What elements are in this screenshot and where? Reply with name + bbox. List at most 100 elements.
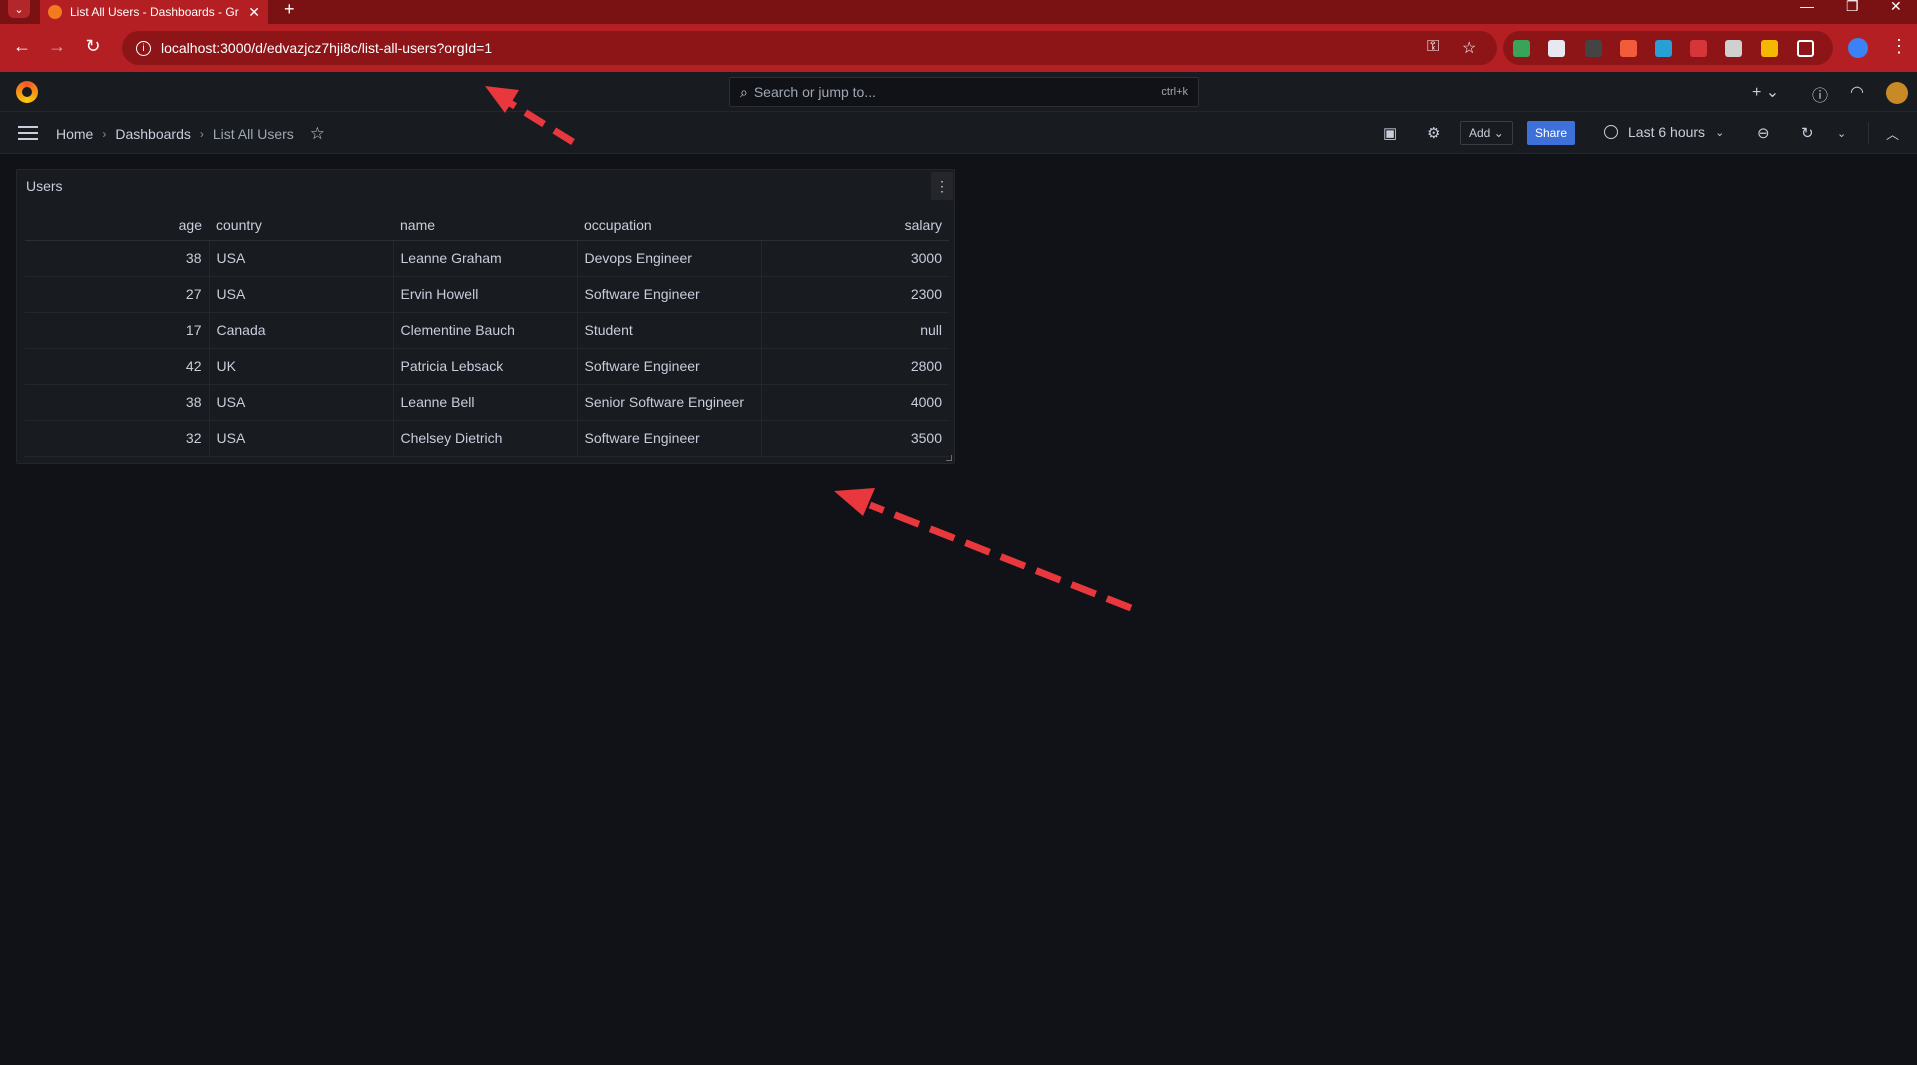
back-icon[interactable]: ← — [10, 36, 34, 57]
cell-country: UK — [208, 348, 393, 385]
tab-search-dropdown-icon[interactable]: ⌄ — [8, 0, 30, 18]
refresh-icon[interactable]: ↻ — [1801, 124, 1814, 142]
extension-icon[interactable] — [1690, 40, 1707, 57]
window-close-icon[interactable]: ✕ — [1890, 0, 1902, 15]
cell-age: 17 — [25, 312, 209, 349]
cell-salary: null — [760, 312, 949, 349]
column-header-salary[interactable]: salary — [761, 210, 949, 241]
cell-age: 38 — [25, 240, 209, 277]
extension-icon[interactable] — [1585, 40, 1602, 57]
chevron-down-icon: ⌄ — [1715, 126, 1725, 139]
minimize-icon[interactable]: — — [1800, 0, 1814, 14]
extensions-area — [1503, 31, 1833, 65]
browser-tab-active[interactable]: List All Users - Dashboards - Gr ✕ — [40, 0, 268, 24]
cell-age: 32 — [25, 420, 209, 457]
browser-toolbar: ← → ↻ i localhost:3000/d/edvazjcz7hji8c/… — [0, 24, 1917, 72]
time-range-label: Last 6 hours — [1628, 124, 1706, 140]
cell-age: 42 — [25, 348, 209, 385]
collapse-chevron-up-icon[interactable]: ︿ — [1886, 124, 1899, 143]
add-button[interactable]: Add ⌄ — [1460, 121, 1513, 145]
cell-occupation: Senior Software Engineer — [576, 384, 761, 421]
grafana-favicon-icon — [48, 5, 62, 19]
menu-icon[interactable] — [18, 126, 38, 140]
extension-icon[interactable] — [1548, 40, 1565, 57]
dashboard-navbar: Home › Dashboards › List All Users ☆ ▣ ⚙… — [0, 112, 1917, 154]
column-header-occupation[interactable]: occupation — [577, 210, 761, 241]
cell-name: Ervin Howell — [392, 276, 577, 313]
extensions-puzzle-icon[interactable] — [1797, 40, 1814, 57]
search-placeholder: Search or jump to... — [753, 84, 877, 100]
profile-icon[interactable] — [1848, 38, 1868, 58]
time-range-picker[interactable]: Last 6 hours ⌄ — [1604, 124, 1724, 140]
save-icon[interactable]: ▣ — [1383, 124, 1397, 142]
cell-salary: 2800 — [760, 348, 949, 385]
table-header-row: age country name occupation salary — [25, 210, 949, 241]
cell-name: Patricia Lebsack — [392, 348, 577, 385]
table-row: 38 USA Leanne Graham Devops Engineer 3000 — [25, 240, 949, 277]
search-input[interactable]: ⌕ Search or jump to... ctrl+k — [729, 77, 1199, 107]
grafana-logo-icon[interactable] — [16, 81, 38, 103]
breadcrumb: Home › Dashboards › List All Users ☆ — [56, 124, 325, 144]
reload-icon[interactable]: ↻ — [81, 36, 105, 57]
breadcrumb-home[interactable]: Home — [56, 126, 93, 142]
column-header-age[interactable]: age — [25, 210, 209, 241]
cell-name: Leanne Graham — [392, 240, 577, 277]
search-shortcut: ctrl+k — [1161, 86, 1188, 98]
breadcrumb-current: List All Users — [212, 126, 294, 142]
chevron-right-icon: › — [102, 127, 107, 141]
browser-menu-icon[interactable]: ⋮ — [1890, 36, 1908, 57]
cell-name: Clementine Bauch — [392, 312, 577, 349]
extension-icon[interactable] — [1513, 40, 1530, 57]
breadcrumb-dashboards[interactable]: Dashboards — [115, 126, 191, 142]
panel-title[interactable]: Users — [26, 178, 63, 194]
cell-salary: 3000 — [760, 240, 949, 277]
cell-salary: 4000 — [760, 384, 949, 421]
settings-gear-icon[interactable]: ⚙ — [1427, 124, 1440, 142]
url-text[interactable]: localhost:3000/d/edvazjcz7hji8c/list-all… — [161, 40, 492, 56]
add-button-label: Add — [1469, 126, 1491, 140]
tab-title: List All Users - Dashboards - Gr — [70, 5, 239, 19]
cell-occupation: Devops Engineer — [576, 240, 761, 277]
cell-salary: 2300 — [760, 276, 949, 313]
annotation-arrows — [485, 86, 1133, 612]
zoom-out-icon[interactable]: ⊖ — [1757, 124, 1770, 142]
cell-country: Canada — [208, 312, 393, 349]
extension-icon[interactable] — [1725, 40, 1742, 57]
help-icon[interactable]: ⓘ — [1812, 82, 1828, 106]
favorite-star-icon[interactable]: ☆ — [310, 124, 325, 144]
user-avatar[interactable] — [1886, 82, 1908, 104]
tab-close-icon[interactable]: ✕ — [248, 4, 260, 21]
panel-resize-handle[interactable] — [946, 455, 952, 461]
extension-icon[interactable] — [1620, 40, 1637, 57]
new-tab-button[interactable]: + — [284, 0, 295, 20]
cell-country: USA — [208, 420, 393, 457]
extension-icon[interactable] — [1761, 40, 1778, 57]
share-button[interactable]: Share — [1527, 121, 1576, 145]
site-info-icon[interactable]: i — [136, 40, 151, 56]
share-button-label: Share — [1535, 126, 1568, 140]
cell-name: Leanne Bell — [392, 384, 577, 421]
panel-menu-icon[interactable]: ⋮ — [931, 172, 953, 200]
refresh-interval-chevron-icon[interactable]: ⌄ — [1837, 127, 1846, 140]
browser-tabstrip: ⌄ List All Users - Dashboards - Gr ✕ + —… — [0, 0, 1917, 24]
column-header-name[interactable]: name — [393, 210, 577, 241]
cell-age: 27 — [25, 276, 209, 313]
cell-occupation: Software Engineer — [576, 348, 761, 385]
table-row: 17 Canada Clementine Bauch Student null — [25, 312, 949, 349]
cell-country: USA — [208, 240, 393, 277]
column-header-country[interactable]: country — [209, 210, 393, 241]
bookmark-star-icon[interactable]: ☆ — [1462, 38, 1476, 58]
cell-age: 38 — [25, 384, 209, 421]
new-plus-icon[interactable]: + ⌄ — [1752, 82, 1779, 102]
annotation-arrow-table — [834, 488, 1133, 612]
restore-icon[interactable]: ❐ — [1846, 0, 1859, 15]
key-icon[interactable]: ⚿ — [1427, 38, 1439, 56]
forward-icon[interactable]: → — [45, 36, 69, 57]
cell-name: Chelsey Dietrich — [392, 420, 577, 457]
address-bar[interactable]: i localhost:3000/d/edvazjcz7hji8c/list-a… — [122, 31, 1497, 65]
cell-salary: 3500 — [760, 420, 949, 457]
news-rss-icon[interactable]: ◠ — [1850, 82, 1864, 102]
clock-icon — [1604, 125, 1618, 139]
extension-icon[interactable] — [1655, 40, 1672, 57]
cell-country: USA — [208, 276, 393, 313]
